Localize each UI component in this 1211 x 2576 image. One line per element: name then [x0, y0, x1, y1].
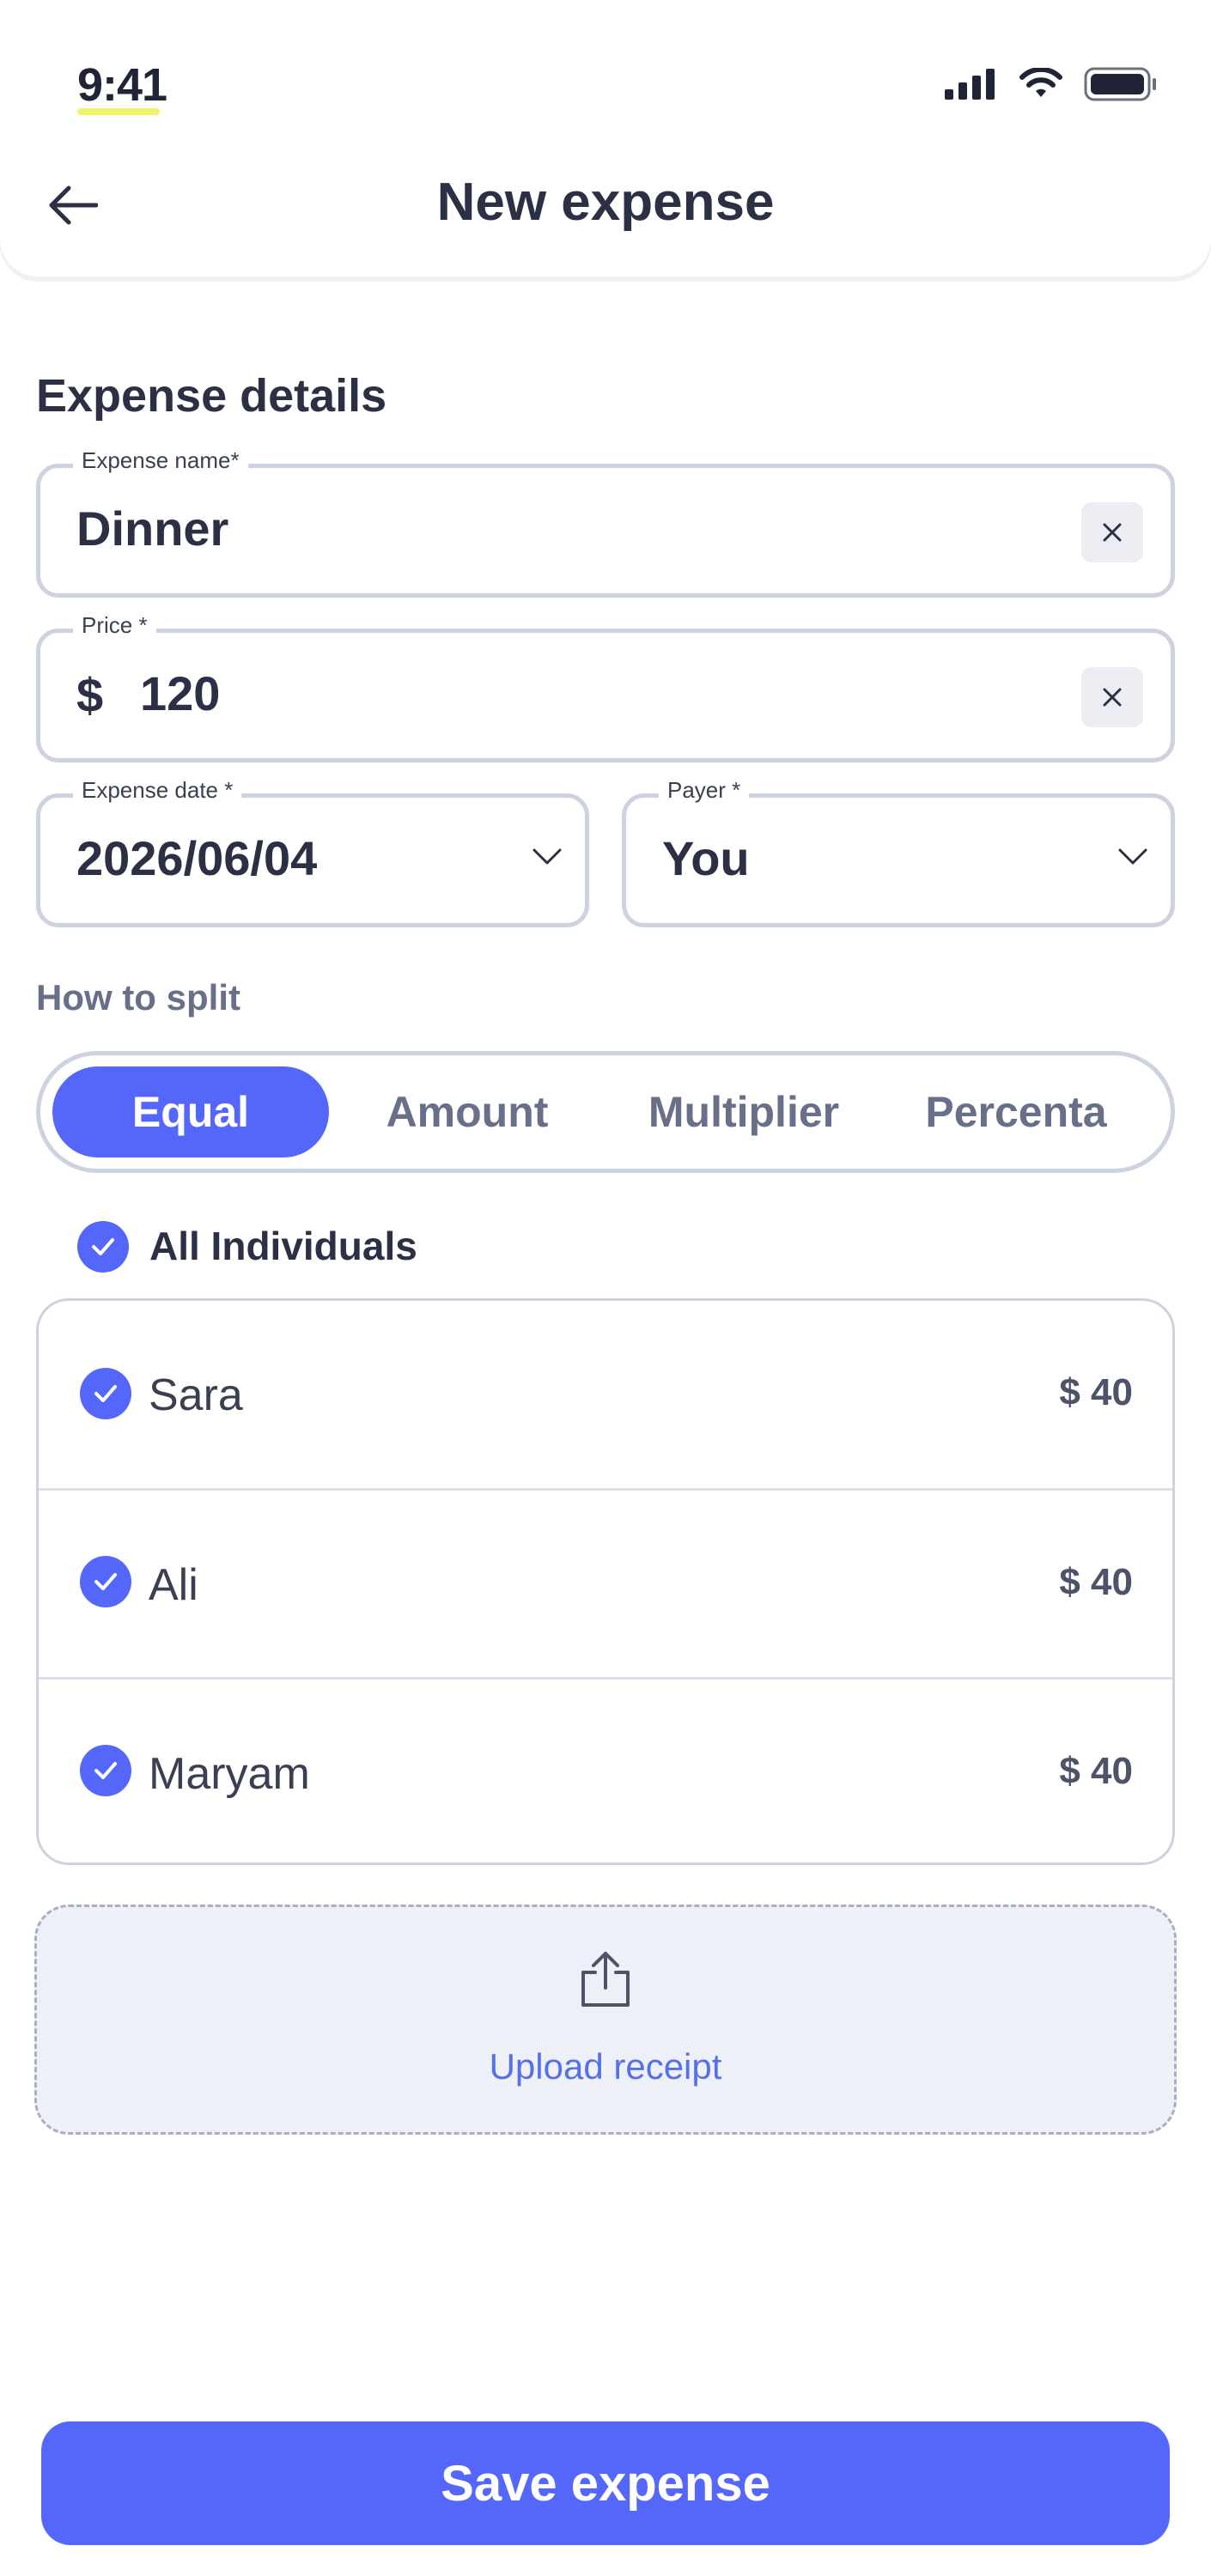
price-value: 120 — [140, 666, 221, 720]
participant-row-maryam[interactable]: Maryam $ 40 — [39, 1677, 1172, 1862]
expense-name-label: Expense name* — [73, 447, 248, 474]
page-title: New expense — [436, 173, 775, 232]
participant-checkbox[interactable] — [80, 1368, 131, 1419]
tab-amount[interactable]: Amount — [329, 1066, 606, 1157]
split-method-tabs: Equal Amount Multiplier Percenta — [36, 1051, 1175, 1173]
payer-select[interactable]: Payer * You — [622, 777, 1175, 927]
battery-icon — [1084, 67, 1156, 101]
participant-amount: $ 40 — [1059, 1371, 1133, 1413]
participant-checkbox[interactable] — [80, 1556, 131, 1607]
select-all-checkbox[interactable] — [77, 1221, 129, 1273]
close-icon — [1103, 523, 1122, 542]
clear-expense-name-button[interactable] — [1081, 502, 1143, 562]
split-title: How to split — [36, 977, 240, 1018]
expense-date-value: 2026/06/04 — [76, 831, 318, 885]
participant-row-ali[interactable]: Ali $ 40 — [39, 1488, 1172, 1675]
participant-list: Sara $ 40 Ali $ 40 Maryam $ 40 — [36, 1298, 1175, 1865]
status-icons — [945, 67, 1158, 101]
payer-label: Payer * — [659, 777, 750, 804]
currency-symbol: $ — [76, 668, 104, 722]
all-individuals-label: All Individuals — [149, 1224, 417, 1268]
participant-amount: $ 40 — [1059, 1561, 1133, 1603]
price-label: Price * — [73, 612, 156, 639]
tab-multiplier[interactable]: Multiplier — [606, 1066, 882, 1157]
wifi-icon — [1019, 68, 1062, 97]
expense-date-select[interactable]: Expense date * 2026/06/04 — [36, 777, 589, 927]
participant-amount: $ 40 — [1059, 1750, 1133, 1792]
checkmark-icon — [94, 1573, 117, 1590]
upload-receipt-label: Upload receipt — [489, 2046, 722, 2087]
price-field[interactable]: Price * $ 120 — [36, 612, 1175, 762]
save-expense-button[interactable]: Save expense — [41, 2421, 1170, 2545]
payer-value: You — [662, 831, 750, 885]
expense-name-value: Dinner — [76, 501, 229, 556]
upload-icon — [581, 1952, 630, 2007]
participant-name: Sara — [149, 1370, 243, 1420]
tab-percentage[interactable]: Percenta — [872, 1066, 1160, 1157]
participant-name: Maryam — [149, 1749, 310, 1799]
participant-checkbox[interactable] — [80, 1745, 131, 1796]
section-title: Expense details — [36, 370, 387, 422]
participant-name: Ali — [149, 1560, 198, 1610]
upload-receipt-dropzone[interactable]: Upload receipt — [34, 1905, 1177, 2135]
chevron-down-icon — [1118, 848, 1147, 865]
checkmark-icon — [94, 1762, 117, 1779]
tab-equal[interactable]: Equal — [52, 1066, 329, 1157]
app-header: 9:41 New expense — [0, 0, 1211, 276]
close-icon — [1103, 688, 1122, 707]
checkmark-icon — [92, 1238, 114, 1255]
expense-date-label: Expense date * — [73, 777, 242, 804]
cellular-signal-icon — [945, 69, 995, 100]
participant-row-sara[interactable]: Sara $ 40 — [39, 1301, 1172, 1488]
chevron-down-icon — [532, 848, 562, 865]
expense-name-field[interactable]: Expense name* Dinner — [36, 447, 1175, 598]
clear-price-button[interactable] — [1081, 667, 1143, 727]
status-time-highlight — [77, 108, 160, 115]
status-time: 9:41 — [77, 59, 167, 111]
checkmark-icon — [94, 1385, 117, 1402]
